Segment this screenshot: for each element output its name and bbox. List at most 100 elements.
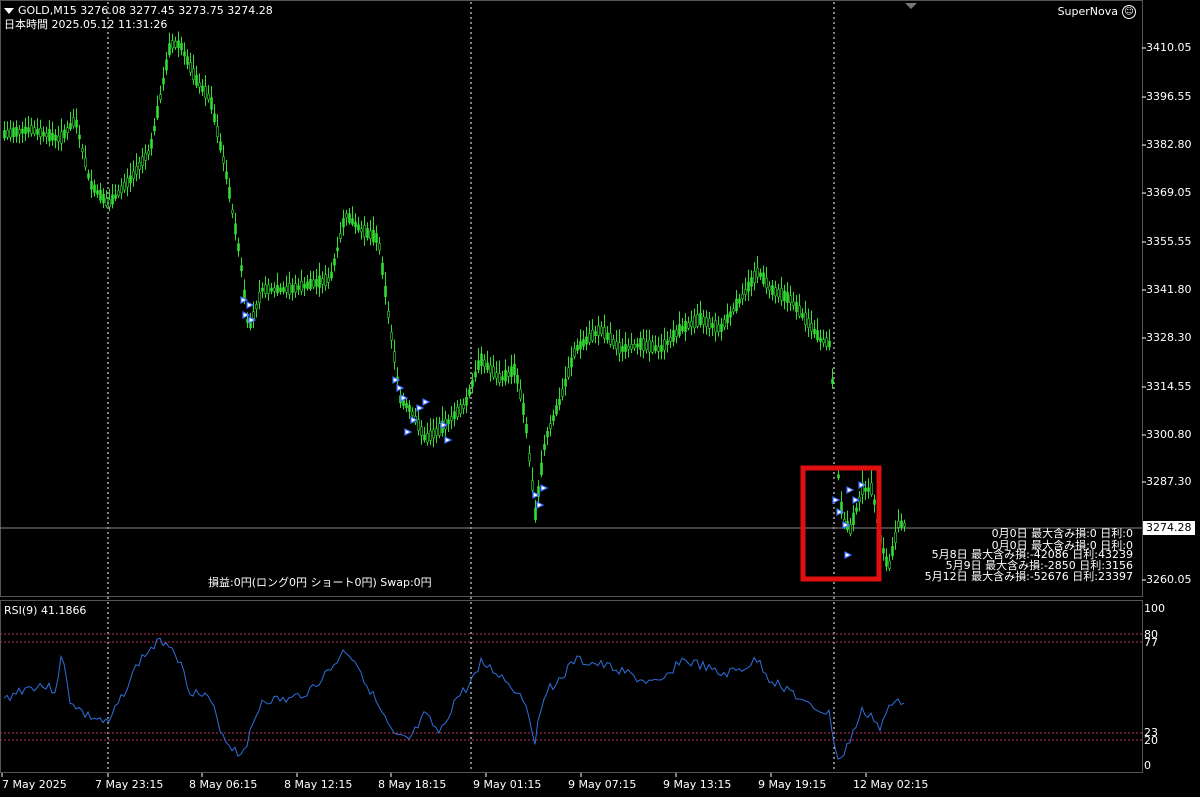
- trade-marker-icon: [246, 301, 255, 309]
- candle-body: [144, 152, 147, 161]
- candle-body: [126, 177, 129, 188]
- trade-marker-icon: [422, 398, 431, 406]
- candle-body: [687, 322, 690, 329]
- candle-body: [381, 262, 384, 275]
- candle-body: [51, 132, 54, 141]
- candle-body: [75, 119, 78, 128]
- scroll-marker-icon[interactable]: [905, 3, 917, 9]
- candle-body: [708, 318, 711, 329]
- candle-body: [717, 324, 720, 332]
- candle-body: [309, 278, 312, 290]
- candle-body: [432, 429, 435, 439]
- candle-body: [102, 193, 105, 204]
- candle-body: [333, 258, 336, 266]
- candle-body: [258, 291, 261, 304]
- candle-body: [240, 265, 243, 272]
- candle-body: [174, 41, 177, 48]
- candle-body: [603, 327, 606, 339]
- candle-body: [426, 433, 429, 443]
- candle-body: [873, 499, 876, 505]
- candle-body: [651, 341, 654, 353]
- candle-body: [180, 43, 183, 51]
- candle-body: [96, 190, 99, 195]
- candle-body: [105, 198, 108, 206]
- candle-body: [363, 224, 366, 238]
- candle-body: [675, 329, 678, 338]
- highlight-box: [800, 465, 882, 582]
- rsi-title: RSI(9) 41.1866: [4, 604, 87, 617]
- candle-body: [30, 125, 33, 134]
- candle-body: [591, 329, 594, 341]
- candle-body: [327, 277, 330, 283]
- trade-marker-icon: [832, 496, 841, 504]
- candle-body: [669, 337, 672, 343]
- candle-body: [786, 292, 789, 303]
- candle-body: [666, 340, 669, 345]
- candle-body: [489, 365, 492, 374]
- candle-body: [303, 283, 306, 289]
- candle-body: [720, 323, 723, 332]
- main-chart-frame: [0, 0, 1143, 597]
- candle-body: [66, 127, 69, 133]
- candle-body: [192, 68, 195, 81]
- candle-body: [774, 287, 777, 297]
- collapse-triangle-icon[interactable]: [4, 8, 14, 14]
- candle-body: [231, 209, 234, 214]
- candle-body: [702, 316, 705, 325]
- candle-body: [117, 190, 120, 196]
- candle-body: [171, 40, 174, 49]
- candle-body: [54, 134, 57, 141]
- candle-body: [678, 324, 681, 336]
- candle-body: [6, 129, 9, 138]
- expert-advisor-label[interactable]: SuperNova ☺: [1058, 5, 1136, 19]
- chart-canvas[interactable]: [0, 0, 1200, 797]
- candle-body: [612, 339, 615, 346]
- candle-body: [852, 512, 855, 525]
- candle-body: [540, 462, 543, 475]
- candle-body: [516, 374, 519, 384]
- candle-body: [312, 279, 315, 288]
- candle-body: [141, 156, 144, 166]
- candle-body: [69, 123, 72, 130]
- timezone-line: 日本時間 2025.05.12 11:31:26: [4, 18, 168, 31]
- candle-body: [486, 362, 489, 371]
- candle-body: [429, 430, 432, 441]
- candle-body: [120, 185, 123, 194]
- candle-body: [243, 289, 246, 299]
- candle-body: [513, 363, 516, 376]
- candle-body: [813, 328, 816, 335]
- candle-body: [627, 345, 630, 350]
- candle-body: [351, 218, 354, 225]
- trade-marker-icon: [242, 311, 251, 319]
- candle-body: [285, 286, 288, 293]
- candle-body: [222, 156, 225, 164]
- candle-body: [732, 308, 735, 313]
- candle-body: [45, 132, 48, 138]
- candle-body: [465, 396, 468, 406]
- candle-body: [210, 97, 213, 110]
- candle-body: [660, 345, 663, 352]
- candle-body: [297, 285, 300, 290]
- candle-body: [663, 339, 666, 351]
- candle-body: [690, 320, 693, 327]
- candle-body: [618, 342, 621, 354]
- candle-body: [261, 287, 264, 292]
- candle-body: [522, 402, 525, 415]
- candle-body: [12, 127, 15, 138]
- candle-body: [564, 378, 567, 387]
- candle-body: [795, 301, 798, 313]
- candle-body: [42, 131, 45, 137]
- candle-body: [234, 223, 237, 235]
- candle-body: [165, 59, 168, 71]
- trade-marker-icon: [852, 496, 861, 504]
- candle-body: [534, 507, 537, 521]
- candle-body: [864, 487, 867, 492]
- candle-body: [633, 344, 636, 349]
- candle-body: [270, 287, 273, 292]
- trading-chart-window[interactable]: GOLD,M15 3276.08 3277.45 3273.75 3274.28…: [0, 0, 1200, 797]
- candle-body: [693, 315, 696, 328]
- trade-marker-icon: [858, 481, 867, 489]
- candle-body: [393, 351, 396, 363]
- candle-body: [789, 295, 792, 304]
- candle-body: [366, 227, 369, 238]
